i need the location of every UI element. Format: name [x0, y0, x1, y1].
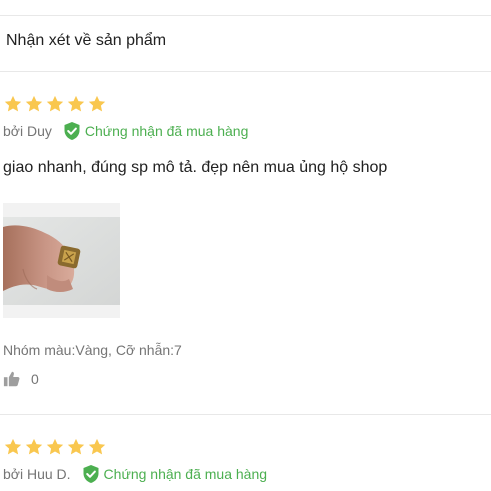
like-count: 0: [31, 371, 39, 387]
star-icon: [25, 95, 43, 112]
review-author: bởi Duy: [3, 123, 52, 139]
star-icon: [67, 438, 85, 455]
star-icon: [4, 95, 22, 112]
rating-stars: [3, 94, 107, 114]
like-row: 0: [3, 369, 39, 389]
verified-purchase-label: Chứng nhận đã mua hàng: [103, 466, 268, 482]
star-icon: [88, 95, 106, 112]
section-title: Nhận xét về sản phẩm: [6, 32, 167, 49]
review-photo-image: [3, 203, 120, 318]
review-author-row: bởi Duy Chứng nhận đã mua hàng: [3, 121, 248, 141]
review-author: bởi Huu D.: [3, 466, 71, 482]
shield-check-icon: [64, 122, 80, 140]
review-photo[interactable]: [3, 203, 120, 318]
star-icon: [46, 438, 64, 455]
star-icon: [67, 95, 85, 112]
verified-purchase-label: Chứng nhận đã mua hàng: [84, 123, 249, 139]
thumbs-up-icon[interactable]: [3, 370, 21, 388]
section-divider: [0, 71, 491, 72]
star-icon: [4, 438, 22, 455]
review-variant: Nhóm màu:Vàng, Cỡ nhẫn:7: [3, 342, 182, 358]
review-author-row: bởi Huu D. Chứng nhận đã mua hàng: [3, 464, 267, 484]
review-text: giao nhanh, đúng sp mô tả. đẹp nên mua ủ…: [3, 159, 388, 176]
top-divider: [0, 15, 491, 16]
star-icon: [46, 95, 64, 112]
shield-check-icon: [83, 465, 99, 483]
star-icon: [25, 438, 43, 455]
rating-stars: [3, 437, 107, 457]
review-divider: [0, 414, 491, 415]
reviews-panel: Nhận xét về sản phẩm bởi Duy Chứng nhận …: [0, 0, 491, 491]
star-icon: [88, 438, 106, 455]
